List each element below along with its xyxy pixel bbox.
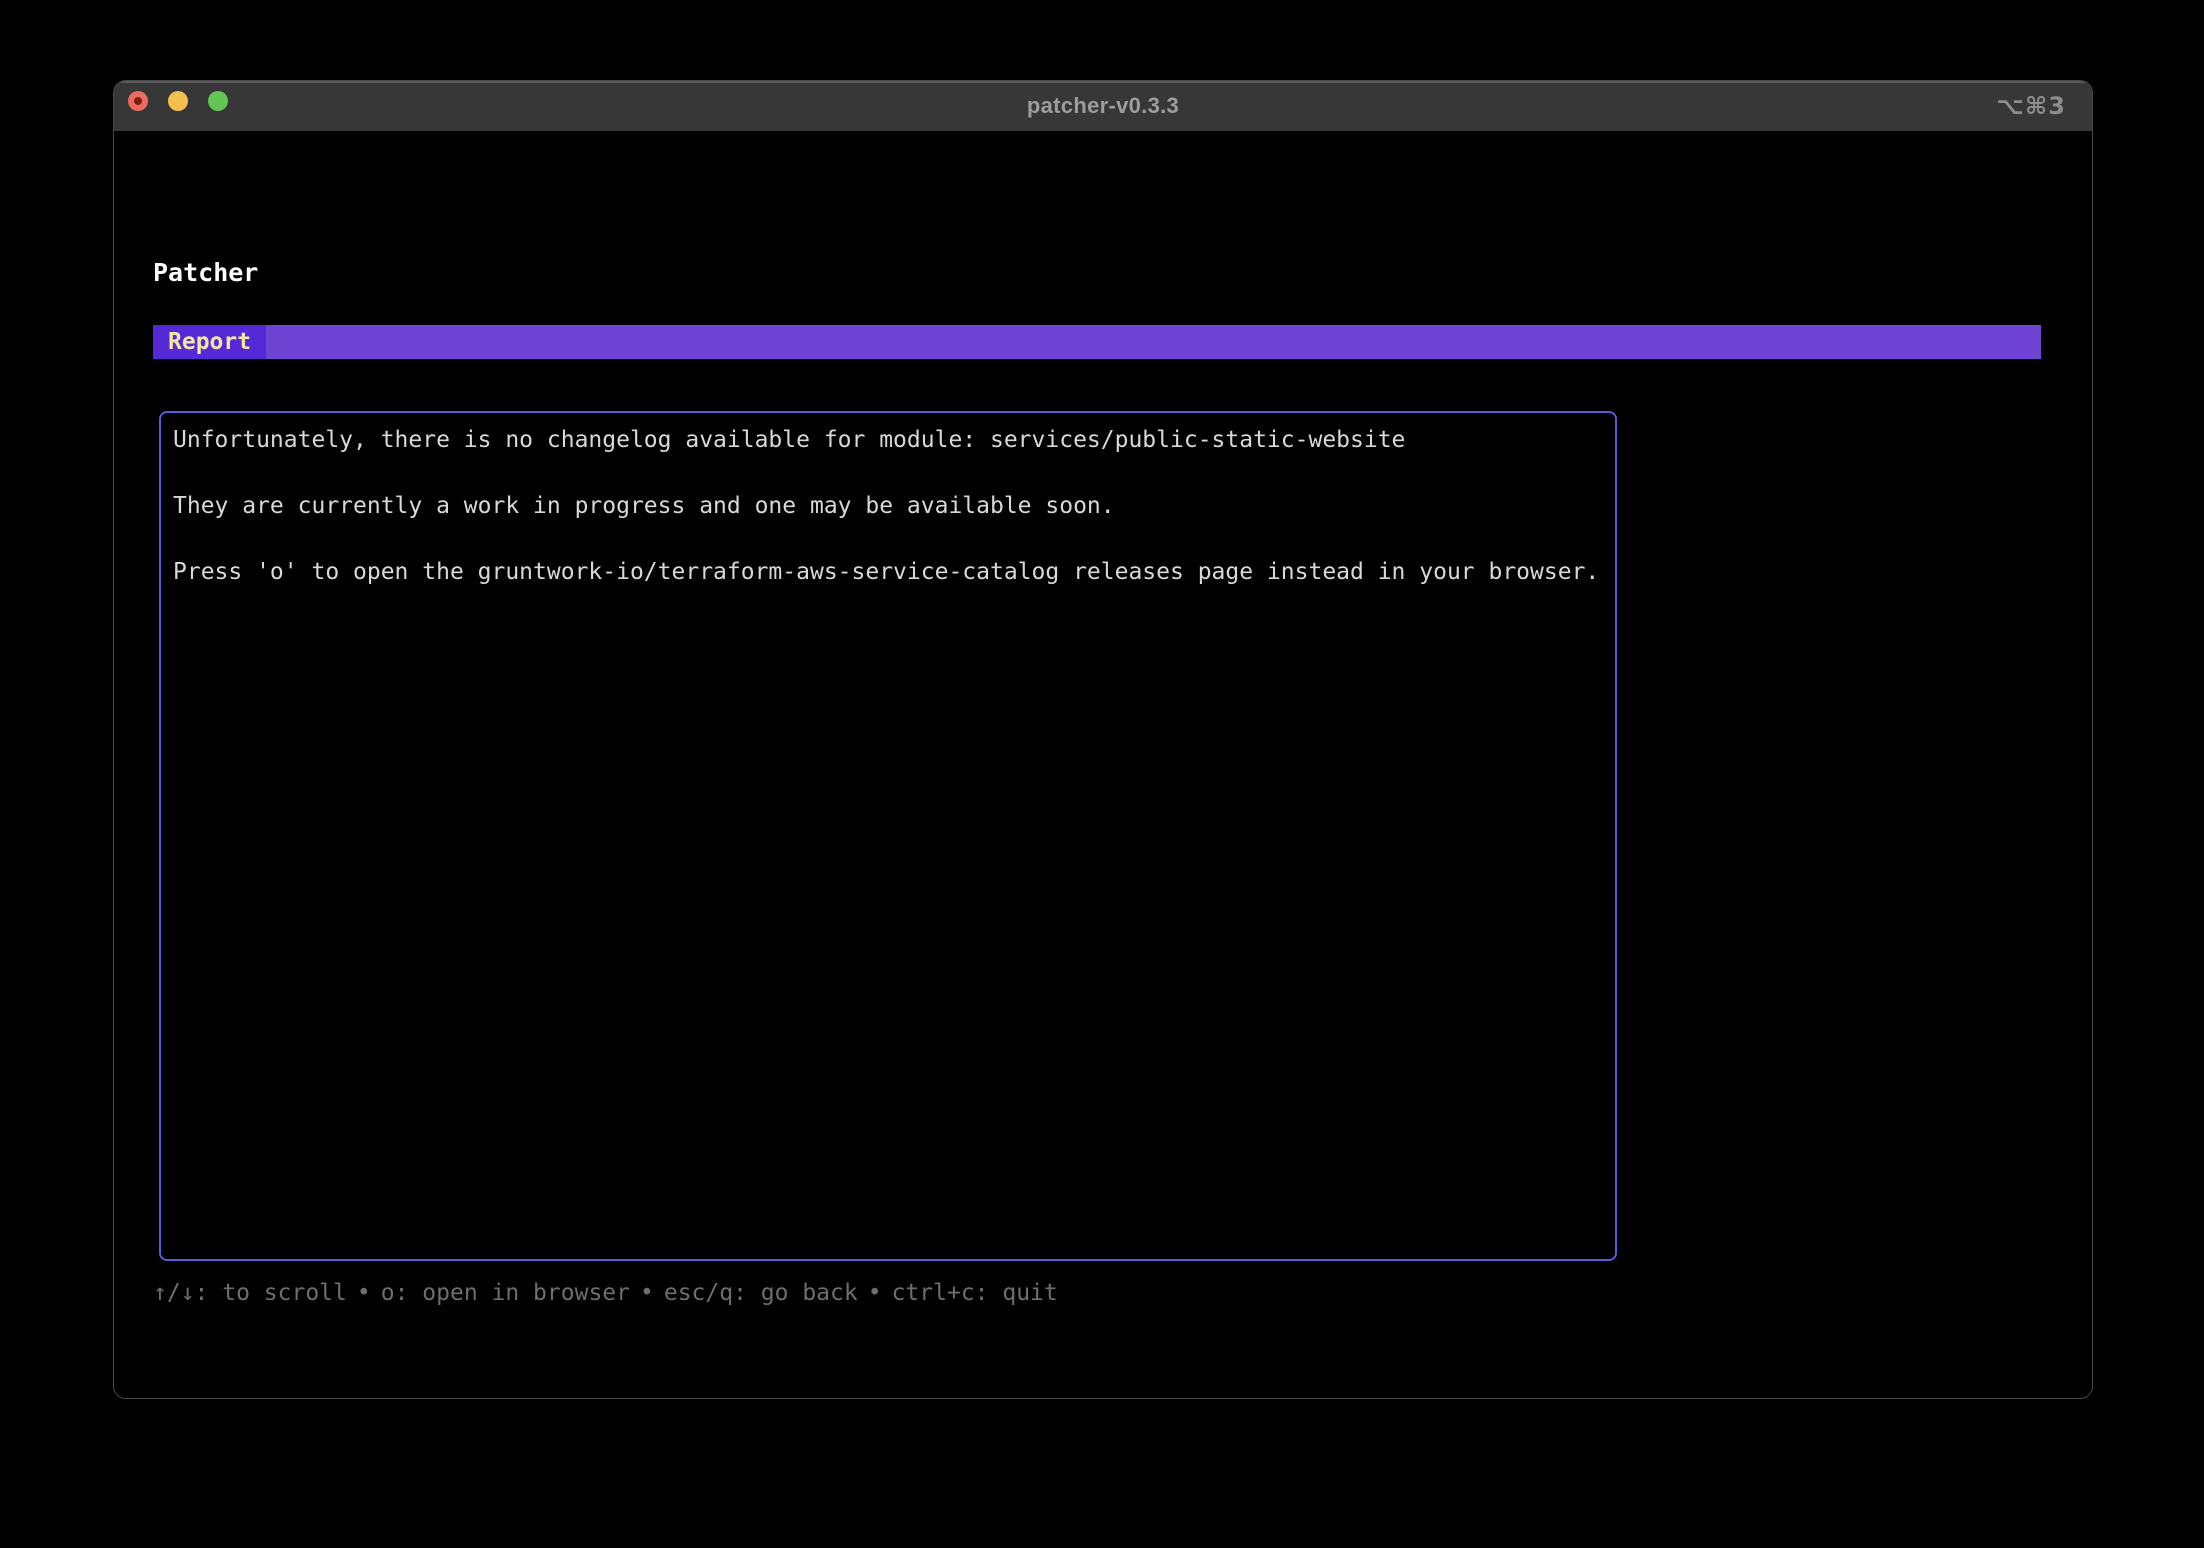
help-bar: ↑/↓: to scroll • o: open in browser • esc/q:… — [153, 1277, 1058, 1310]
report-line: Unfortunately, there is no changelog ava… — [173, 424, 1603, 457]
tab-bar: Report — [153, 325, 2041, 359]
report-line: Press 'o' to open the gruntwork-io/terra… — [173, 556, 1603, 589]
traffic-lights — [128, 91, 228, 111]
bullet-separator-icon: • — [640, 1280, 654, 1306]
edited-dot-icon — [134, 97, 142, 105]
report-line: They are currently a work in progress an… — [173, 490, 1603, 523]
close-button[interactable] — [128, 91, 148, 111]
tab-report[interactable]: Report — [153, 325, 266, 359]
help-item-quit: ctrl+c: quit — [892, 1280, 1058, 1306]
tab-report-label: Report — [168, 329, 251, 355]
bullet-separator-icon: • — [868, 1280, 882, 1306]
minimize-button[interactable] — [168, 91, 188, 111]
changelog-report-panel[interactable]: Unfortunately, there is no changelog ava… — [159, 411, 1617, 1261]
help-item-open: o: open in browser — [381, 1280, 630, 1306]
titlebar[interactable]: patcher-v0.3.3 ⌥⌘3 — [114, 81, 2092, 131]
page-title: Patcher — [153, 258, 258, 287]
window-shortcut-badge: ⌥⌘3 — [1996, 92, 2066, 120]
help-item-scroll: ↑/↓: to scroll — [153, 1280, 347, 1306]
help-item-back: esc/q: go back — [664, 1280, 858, 1306]
window-title: patcher-v0.3.3 — [1027, 93, 1179, 119]
app-window: patcher-v0.3.3 ⌥⌘3 Patcher Report Unfort… — [113, 80, 2093, 1399]
bullet-separator-icon: • — [357, 1280, 371, 1306]
zoom-button[interactable] — [208, 91, 228, 111]
terminal-content: Patcher Report Unfortunately, there is n… — [114, 131, 2092, 1399]
